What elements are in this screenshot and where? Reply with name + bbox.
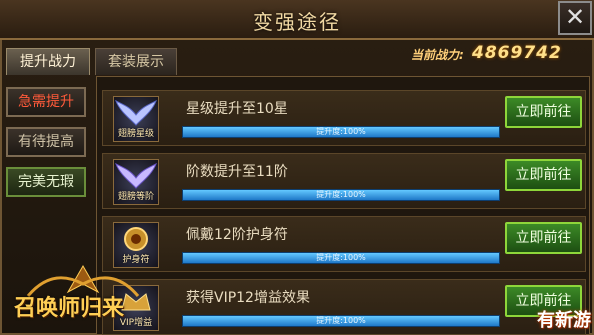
go-now-button[interactable]: 立即前往 — [505, 96, 582, 128]
progress-text: 提升度:100% — [316, 316, 366, 325]
title-bar: 变强途径 ✕ — [0, 0, 594, 40]
window-title: 变强途径 — [253, 10, 341, 34]
tab-improve-power[interactable]: 提升战力 — [6, 48, 90, 75]
close-button[interactable]: ✕ — [558, 1, 592, 35]
progress-text: 提升度:100% — [316, 253, 366, 262]
progress-bar: 提升度:100% — [182, 315, 500, 327]
watermark: 有新游 — [537, 310, 591, 331]
task-text: 阶数提升至11阶 — [186, 164, 288, 180]
logo-text: 召唤师归来 — [14, 295, 125, 321]
task-row: 翅膀星级 星级提升至10星 提升度:100% 立即前往 — [102, 90, 586, 146]
task-row: VIP增益 获得VIP12增益效果 提升度:100% 立即前往 — [102, 279, 586, 335]
task-row: 护身符 佩戴12阶护身符 提升度:100% 立即前往 — [102, 216, 586, 272]
task-text: 佩戴12阶护身符 — [186, 227, 288, 243]
category-perfect-button[interactable]: 完美无瑕 — [6, 167, 86, 197]
power-value: 4869742 — [472, 43, 562, 63]
wing-star-icon: 翅膀星级 — [113, 96, 159, 142]
progress-bar: 提升度:100% — [182, 252, 500, 264]
progress-text: 提升度:100% — [316, 127, 366, 136]
game-logo: 召唤师归来 — [8, 262, 158, 332]
task-text: 获得VIP12增益效果 — [186, 290, 310, 306]
progress-bar: 提升度:100% — [182, 126, 500, 138]
progress-text: 提升度:100% — [316, 190, 366, 199]
power-label: 当前战力: — [411, 48, 464, 62]
icon-caption: 翅膀星级 — [117, 129, 154, 139]
progress-bar: 提升度:100% — [182, 189, 500, 201]
category-improvable-button[interactable]: 有待提高 — [6, 127, 86, 157]
tab-set-display[interactable]: 套装展示 — [95, 48, 177, 75]
go-now-button[interactable]: 立即前往 — [505, 222, 582, 254]
go-now-button[interactable]: 立即前往 — [505, 159, 582, 191]
task-row: 翅膀等阶 阶数提升至11阶 提升度:100% 立即前往 — [102, 153, 586, 209]
category-urgent-button[interactable]: 急需提升 — [6, 87, 86, 117]
icon-caption: 翅膀等阶 — [117, 192, 154, 202]
task-text: 星级提升至10星 — [186, 101, 288, 117]
wing-level-icon: 翅膀等阶 — [113, 159, 159, 205]
